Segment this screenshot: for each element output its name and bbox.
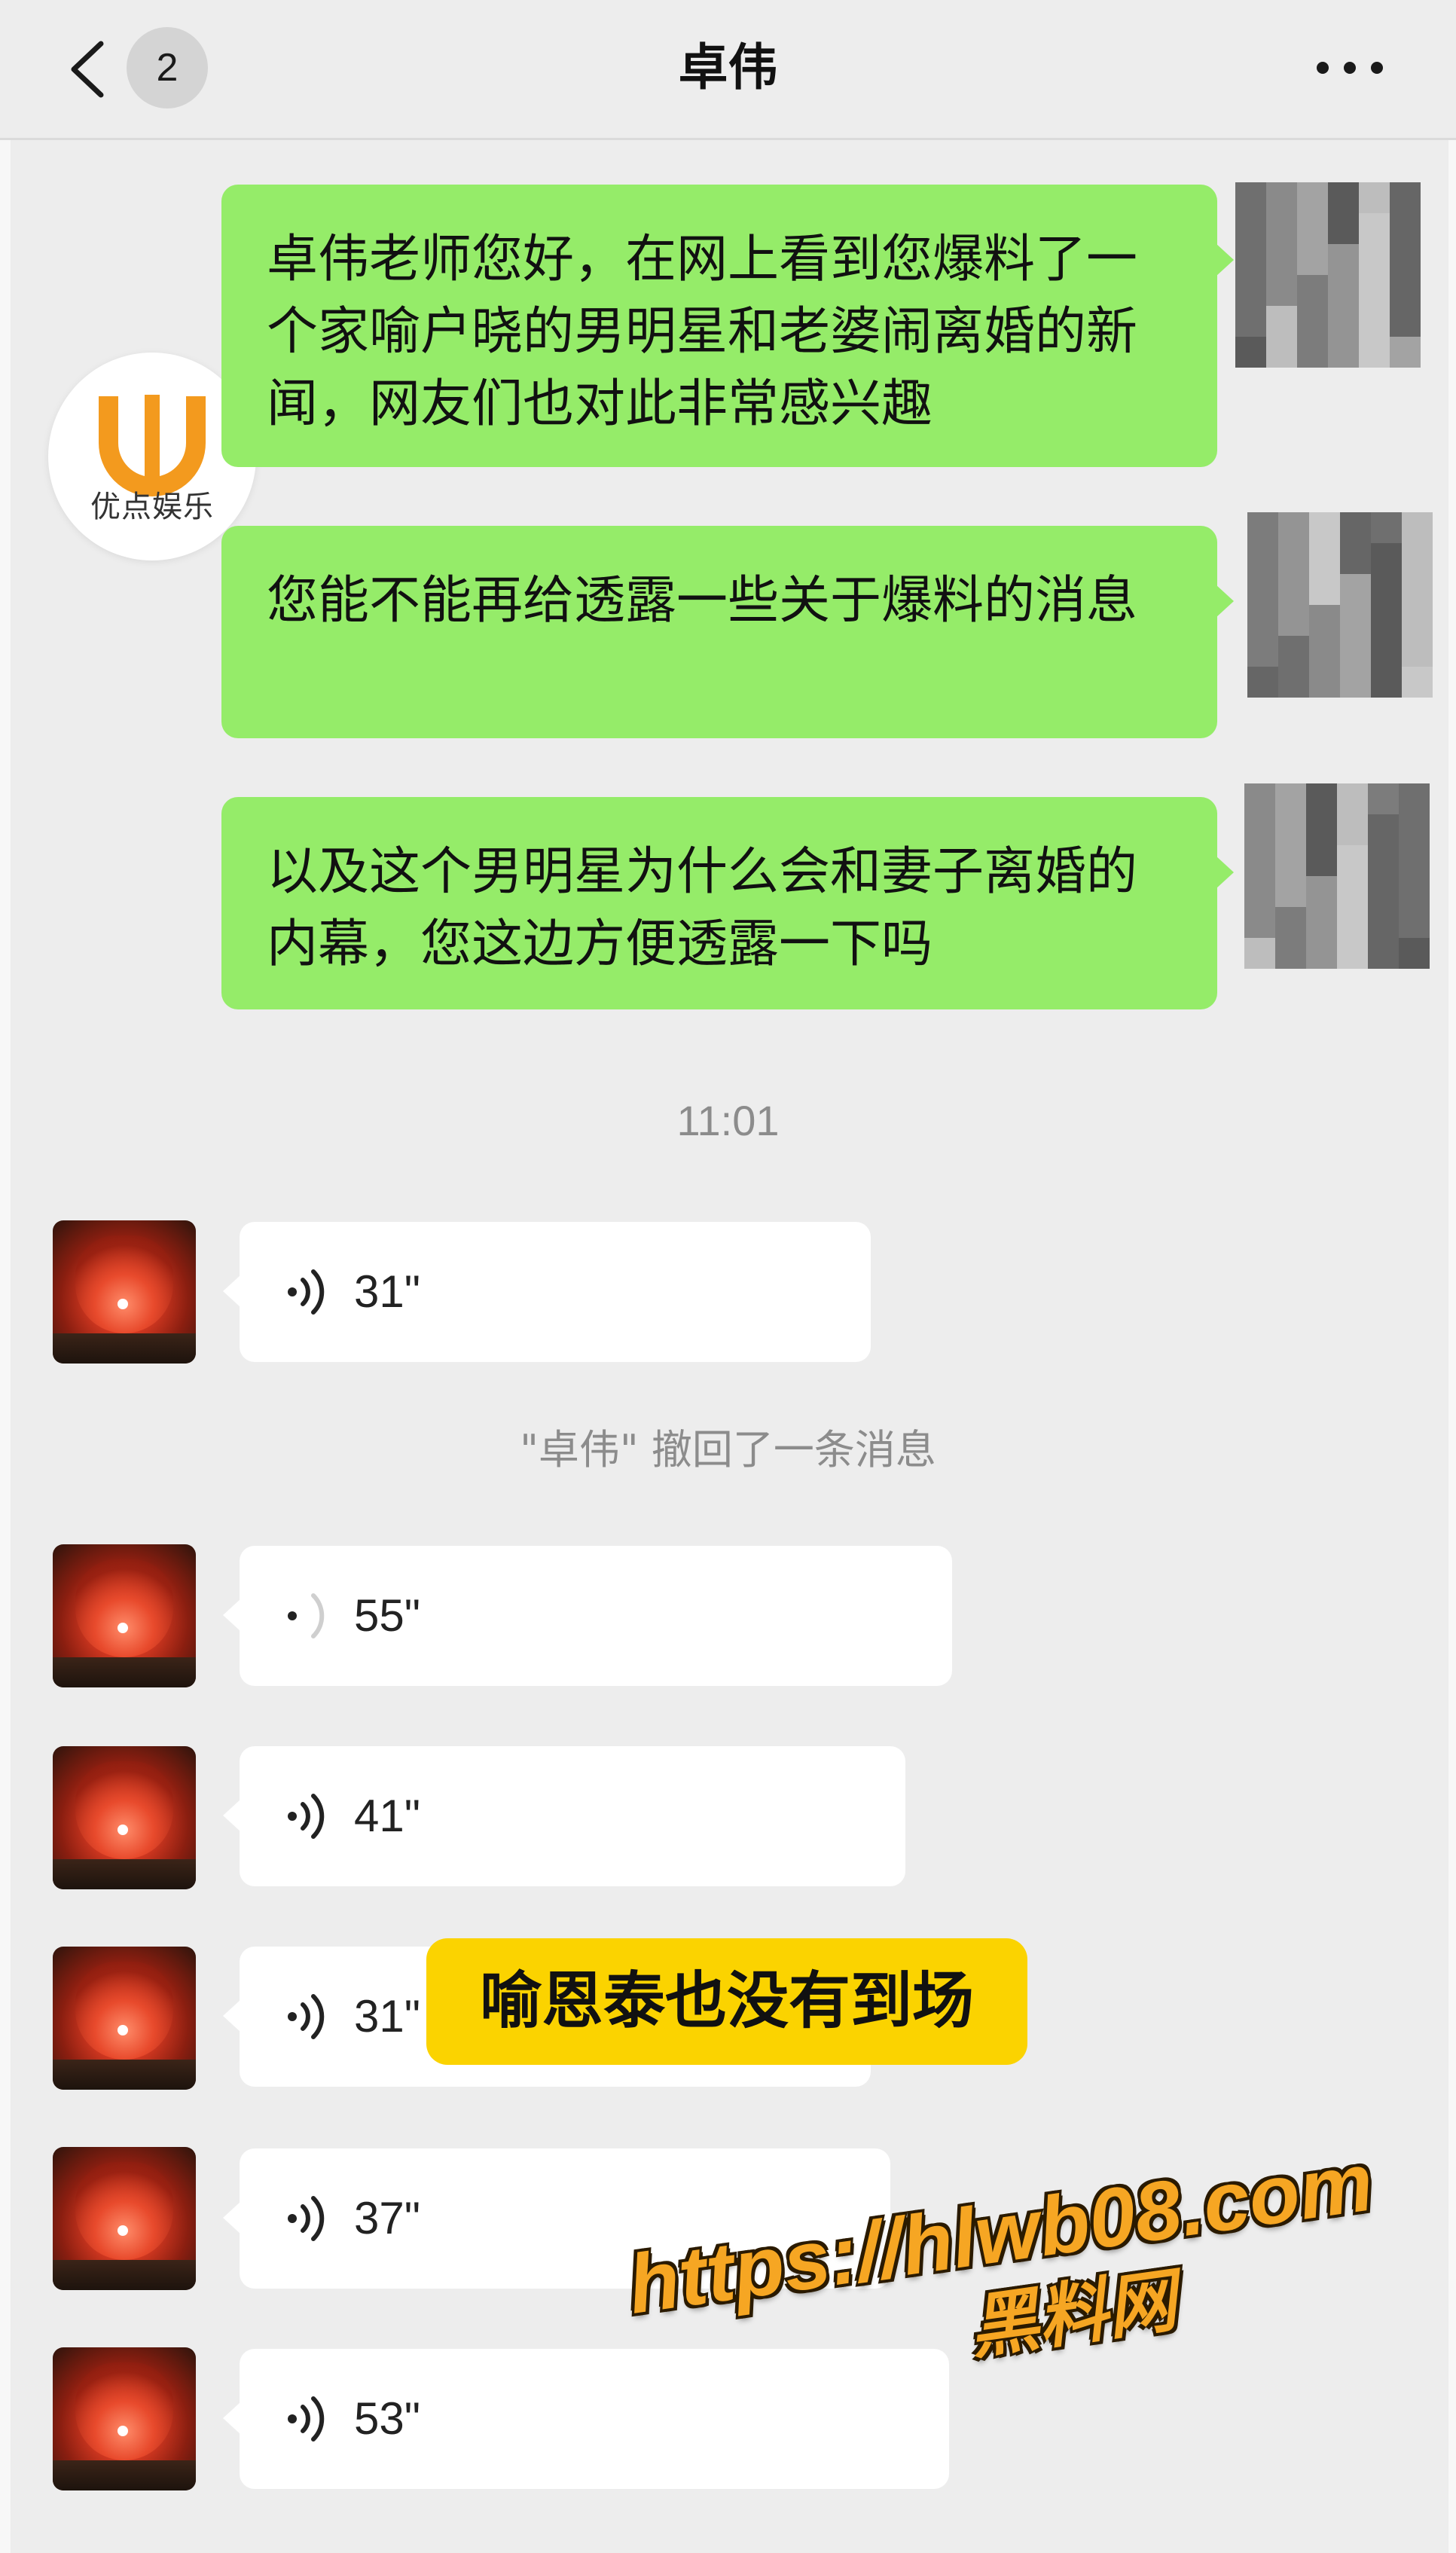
right-edge [1448,0,1456,2553]
outgoing-message-2[interactable]: 您能不能再给透露一些关于爆料的消息 [221,526,1234,738]
sender-avatar[interactable] [53,1544,196,1687]
self-avatar-pixelated [1235,182,1421,368]
voice-message-1[interactable]: 31" [223,1222,871,1362]
sender-avatar[interactable] [53,1947,196,2090]
brand-name: 优点娱乐 [90,490,214,524]
voice-duration: 53" [354,2393,421,2444]
voice-wave-icon [288,1794,325,1839]
chat-title: 卓伟 [678,38,778,96]
sender-avatar[interactable] [53,1746,196,1889]
recall-notice: "卓伟" 撤回了一条消息 [520,1426,936,1473]
sender-avatar[interactable] [53,2147,196,2290]
more-options-icon[interactable] [1312,45,1387,90]
chat-screen: 2 卓伟 优点娱乐 卓伟老师您好，在网上看到您爆料了一个家喻户晓的男明星和老婆闹… [0,0,1456,2553]
voice-duration: 37" [354,2193,421,2243]
outgoing-message-3[interactable]: 以及这个男明星为什么会和妻子离婚的内幕，您这边方便透露一下吗 [221,797,1234,1009]
self-avatar-pixelated [1244,783,1430,969]
voice-wave-icon [288,2196,325,2241]
video-caption: 喻恩泰也没有到场 [426,1938,1027,2065]
voice-duration: 31" [354,1266,421,1317]
voice-message-2[interactable]: 55" [223,1546,952,1686]
voice-wave-icon [288,2396,325,2442]
voice-duration: 55" [354,1590,421,1641]
sender-avatar[interactable] [53,1220,196,1364]
message-timestamp: 11:01 [676,1097,780,1144]
voice-playing-icon [288,1593,325,1638]
chat-header: 2 卓伟 [0,0,1456,140]
voice-wave-icon [288,1994,325,2039]
self-avatar-pixelated [1247,512,1433,698]
outgoing-message-1[interactable]: 卓伟老师您好，在网上看到您爆料了一个家喻户晓的男明星和老婆闹离婚的新闻，网友们也… [221,185,1234,467]
voice-duration: 31" [354,1991,421,2041]
voice-message-3[interactable]: 41" [223,1746,905,1886]
voice-wave-icon [288,1269,325,1315]
sender-avatar[interactable] [53,2347,196,2490]
voice-duration: 41" [354,1791,421,1841]
left-edge [0,0,11,2553]
